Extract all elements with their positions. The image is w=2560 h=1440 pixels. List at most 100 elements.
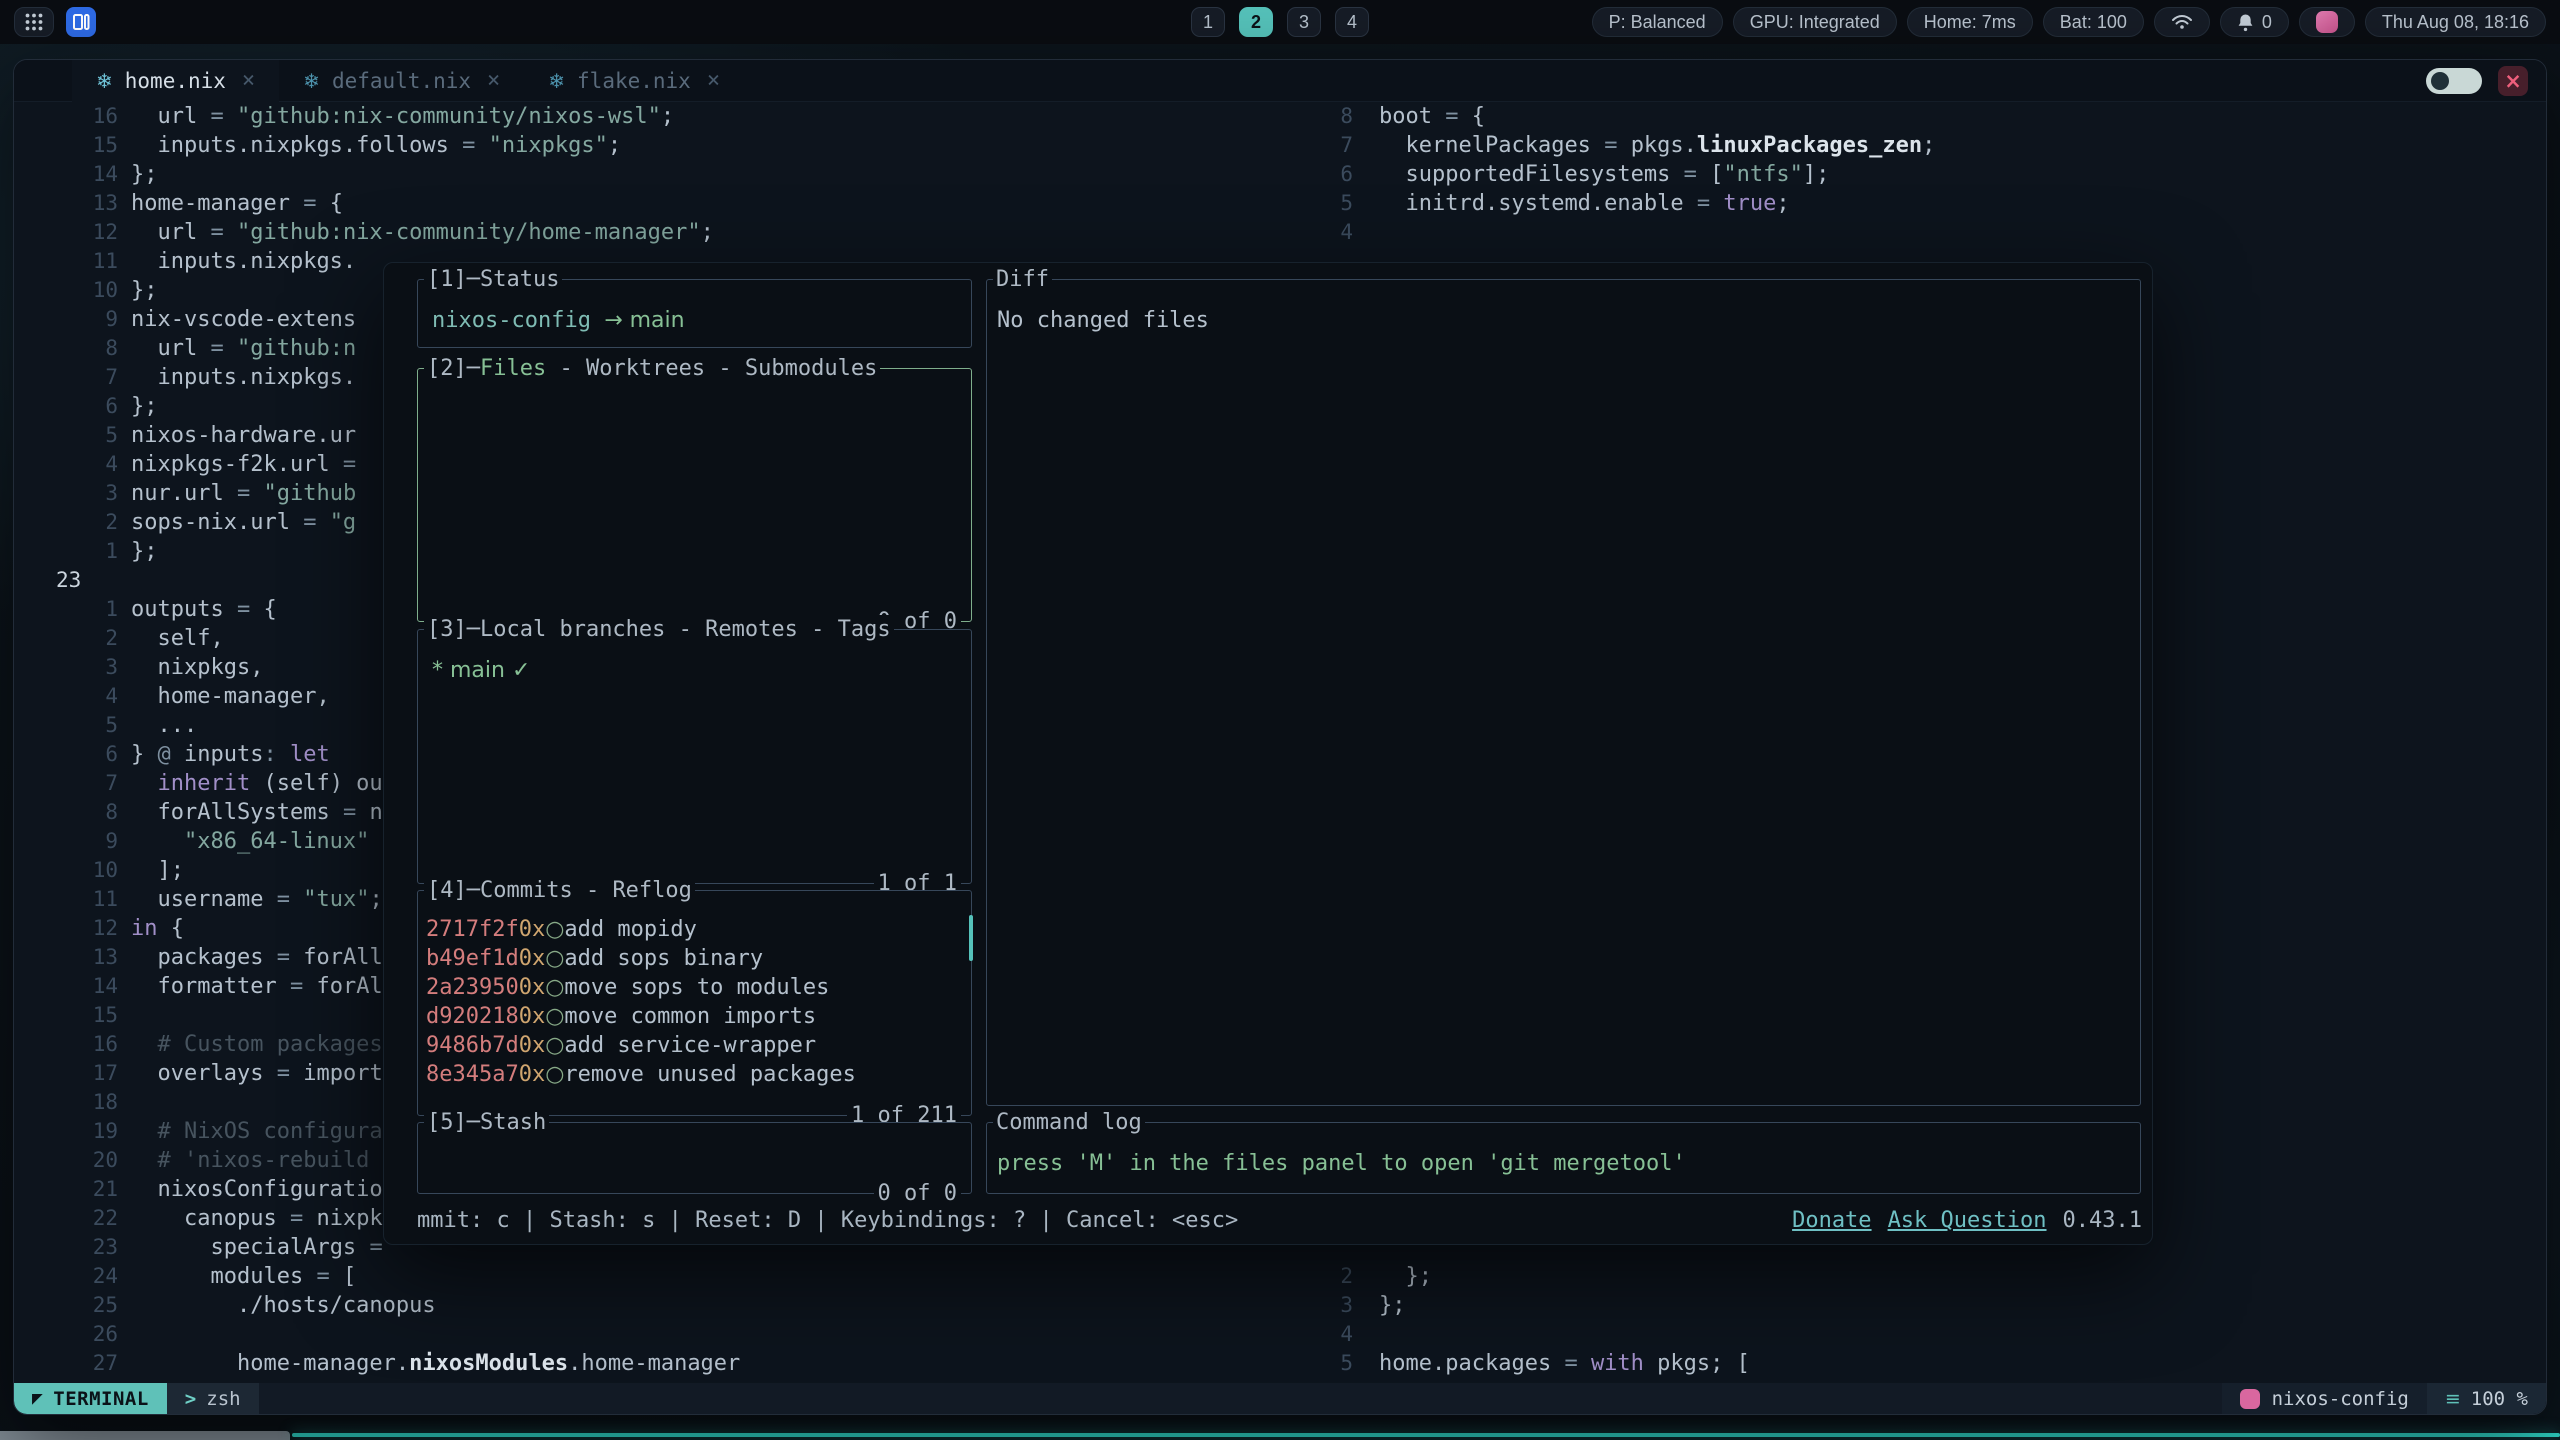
code-text: modules = [ xyxy=(131,1262,356,1291)
tab-default.nix[interactable]: ❄default.nix× xyxy=(279,60,524,102)
commit-row[interactable]: 8e345a7 0x ○ remove unused packages xyxy=(426,1060,971,1089)
line-number: 1 xyxy=(14,537,118,566)
code-text: inputs.nixpkgs. xyxy=(131,247,356,276)
top-bar: 1234 P: BalancedGPU: IntegratedHome: 7ms… xyxy=(0,0,2560,44)
repo-label: nixos-config xyxy=(2272,1388,2409,1410)
ask-question-link[interactable]: Ask Question xyxy=(1888,1206,2047,1235)
lazygit-stash-panel[interactable]: [5]─Stash 0 of 0 xyxy=(417,1122,972,1194)
line-number: 11 xyxy=(14,247,118,276)
commit-row[interactable]: 2a23950 0x ○ move sops to modules xyxy=(426,973,971,1002)
line-number: 11 xyxy=(14,885,118,914)
lazygit-command-log-panel[interactable]: Command log press 'M' in the files panel… xyxy=(986,1122,2141,1194)
stash-panel-title: [5]─Stash xyxy=(424,1108,549,1137)
line-number: 20 xyxy=(14,1146,118,1175)
code-text: ./hosts/canopus xyxy=(131,1291,436,1320)
tab-close-icon[interactable]: × xyxy=(242,68,255,93)
code-line: 13home-manager = { xyxy=(14,189,1316,218)
line-number: 5 xyxy=(14,711,118,740)
stash-count: 0 of 0 xyxy=(874,1179,961,1208)
screen: 1234 P: BalancedGPU: IntegratedHome: 7ms… xyxy=(0,0,2560,1440)
tiling-layout-icon xyxy=(72,13,90,31)
tab-flake.nix[interactable]: ❄flake.nix× xyxy=(524,60,744,102)
code-text: self, xyxy=(131,624,224,653)
code-text: }; xyxy=(1379,1262,1432,1291)
line-number: 13 xyxy=(14,189,118,218)
lazygit-diff-panel[interactable]: Diff No changed files xyxy=(986,279,2141,1106)
keybindings-help: mmit: c | Stash: s | Reset: D | Keybindi… xyxy=(417,1206,1238,1235)
code-line: 8boot = { xyxy=(1316,102,2546,131)
code-text: canopus = nixpk xyxy=(131,1204,383,1233)
nix-snowflake-icon: ❄ xyxy=(548,69,565,93)
scrollbar-thumb[interactable] xyxy=(969,915,973,961)
code-text: # Custom packages xyxy=(131,1030,383,1059)
code-text: forAllSystems = n xyxy=(131,798,383,827)
line-number: 16 xyxy=(14,1030,118,1059)
line-number: 7 xyxy=(1316,131,1353,160)
theme-indicator[interactable] xyxy=(2299,7,2355,37)
workspace-button-2[interactable]: 2 xyxy=(1239,7,1273,37)
toggle-knob xyxy=(2431,72,2449,90)
topbar-right: P: BalancedGPU: IntegratedHome: 7msBat: … xyxy=(1592,7,2546,37)
window-manager-icon[interactable] xyxy=(66,7,96,37)
code-text: } @ inputs: let xyxy=(131,740,330,769)
commit-row[interactable]: d920218 0x ○ move common imports xyxy=(426,1002,971,1031)
donate-link[interactable]: Donate xyxy=(1792,1206,1871,1235)
repo-name: nixos-config xyxy=(432,308,591,333)
line-number: 2 xyxy=(1316,1262,1353,1291)
line-number: 16 xyxy=(14,102,118,131)
workspace-button-1[interactable]: 1 xyxy=(1191,7,1225,37)
status-panel-title: [1]─Status xyxy=(424,265,562,294)
line-number: 17 xyxy=(14,1059,118,1088)
line-number: 2 xyxy=(14,508,118,537)
lazygit-branches-panel[interactable]: [3]─Local branches - Remotes - Tags * ma… xyxy=(417,629,972,884)
code-text: username = "tux"; xyxy=(131,885,383,914)
lazygit-commits-panel[interactable]: [4]─Commits - Reflog 2717f2f 0x ○ add mo… xyxy=(417,890,972,1116)
line-number: 14 xyxy=(14,160,118,189)
lazygit-files-panel[interactable]: [2]─Files - Worktrees - Submodules 0 of … xyxy=(417,368,972,622)
code-text: nixosConfiguratio xyxy=(131,1175,383,1204)
code-text: home-manager, xyxy=(131,682,330,711)
code-text: # 'nixos-rebuild xyxy=(131,1146,369,1175)
line-number: 9 xyxy=(14,305,118,334)
commit-row[interactable]: b49ef1d 0x ○ add sops binary xyxy=(426,944,971,973)
notifications-indicator[interactable]: 0 xyxy=(2220,7,2289,37)
commit-row[interactable]: 9486b7d 0x ○ add service-wrapper xyxy=(426,1031,971,1060)
wallpaper-accent-line xyxy=(292,1433,2560,1437)
line-number: 21 xyxy=(14,1175,118,1204)
line-number: 19 xyxy=(14,1117,118,1146)
commit-row[interactable]: 2717f2f 0x ○ add mopidy xyxy=(426,915,971,944)
workspace-button-4[interactable]: 4 xyxy=(1335,7,1369,37)
code-text: kernelPackages = pkgs.linuxPackages_zen; xyxy=(1379,131,1935,160)
diff-panel-title: Diff xyxy=(993,265,1052,294)
line-number: 9 xyxy=(14,827,118,856)
code-text: }; xyxy=(131,537,158,566)
code-text: sops-nix.url = "g xyxy=(131,508,356,537)
code-line: 5 initrd.systemd.enable = true; xyxy=(1316,189,2546,218)
code-text: packages = forAll xyxy=(131,943,383,972)
line-number: 4 xyxy=(1316,1320,1353,1349)
code-text: }; xyxy=(131,160,158,189)
code-line: 14}; xyxy=(14,160,1316,189)
line-number: 12 xyxy=(14,218,118,247)
version-label: 0.43.1 xyxy=(2063,1206,2142,1235)
progress-label: 100 % xyxy=(2471,1388,2528,1410)
code-text: formatter = forAl xyxy=(131,972,383,1001)
code-text: inputs.nixpkgs. xyxy=(131,363,356,392)
app-launcher-button[interactable] xyxy=(14,7,54,37)
line-number: 5 xyxy=(14,421,118,450)
window-toggle[interactable] xyxy=(2426,68,2482,94)
network-indicator[interactable] xyxy=(2154,7,2210,37)
code-text: "x86_64-linux" xyxy=(131,827,369,856)
line-number: 6 xyxy=(1316,160,1353,189)
code-text: }; xyxy=(1379,1291,1406,1320)
lazygit-status-panel[interactable]: [1]─Status nixos-config → main xyxy=(417,279,972,348)
tab-home.nix[interactable]: ❄home.nix× xyxy=(72,60,279,102)
window-close-button[interactable]: × xyxy=(2498,66,2528,96)
code-text: inherit (self) ou xyxy=(131,769,383,798)
branches-panel-title: [3]─Local branches - Remotes - Tags xyxy=(424,615,894,644)
branch-list-item[interactable]: * main ✓ xyxy=(432,658,530,683)
workspace-button-3[interactable]: 3 xyxy=(1287,7,1321,37)
tab-close-icon[interactable]: × xyxy=(487,68,500,93)
tab-close-icon[interactable]: × xyxy=(707,68,720,93)
code-text: url = "github:nix-community/nixos-wsl"; xyxy=(131,102,674,131)
